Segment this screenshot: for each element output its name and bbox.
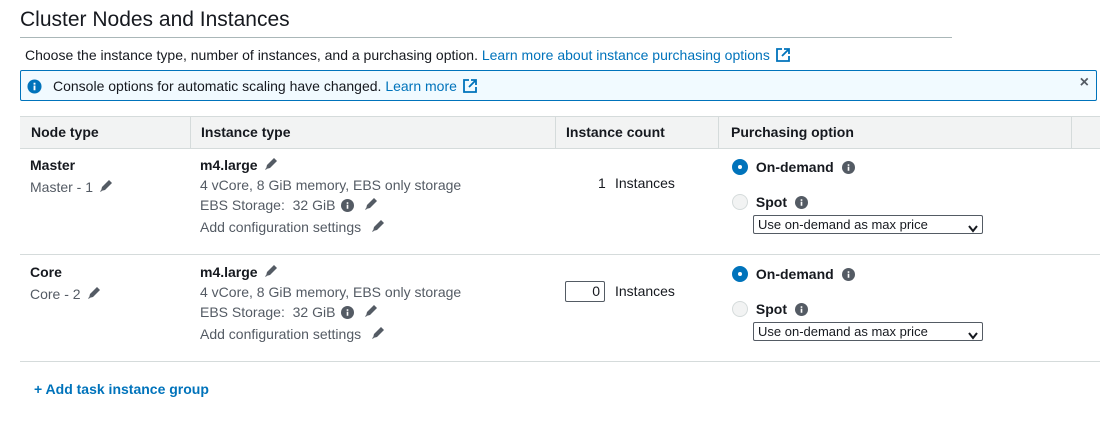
purchase-option-on-demand[interactable]: On-demand [732, 159, 855, 177]
instance-type-name: m4.large [200, 157, 258, 173]
on-demand-radio[interactable] [732, 159, 748, 175]
pencil-icon[interactable] [87, 286, 101, 303]
info-icon[interactable] [841, 161, 855, 177]
instance-count-unit: Instances [615, 283, 675, 299]
instance-type-line: m4.large [200, 264, 278, 281]
node-count-line: Master - 1 [30, 179, 113, 196]
add-task-instance-group-link[interactable]: + Add task instance group [34, 381, 209, 397]
instance-type-name: m4.large [200, 264, 258, 280]
config-settings-label: Add configuration settings [200, 219, 362, 235]
page-title: Cluster Nodes and Instances [20, 8, 952, 38]
flash-message: Console options for automatic scaling ha… [53, 78, 382, 94]
node-type-name: Core [30, 264, 62, 280]
on-demand-radio[interactable] [732, 266, 748, 282]
spot-price-value: Use on-demand as max price [758, 217, 928, 232]
config-settings-label: Add configuration settings [200, 326, 362, 342]
instance-specs: 4 vCore, 8 GiB memory, EBS only storage [200, 177, 462, 193]
flash-learn-more-link[interactable]: Learn more [385, 78, 457, 94]
pencil-icon[interactable] [371, 219, 385, 236]
info-icon[interactable] [341, 199, 355, 215]
header-node-type: Node type [31, 124, 99, 140]
on-demand-label: On-demand [755, 266, 834, 282]
info-icon[interactable] [841, 268, 855, 284]
table-row: Core Core - 2 m4.large 4 vCore, 8 GiB me… [20, 255, 1100, 362]
ebs-storage-value: 32 GiB [292, 197, 336, 213]
spot-radio[interactable] [732, 194, 748, 210]
ebs-storage-line: EBS Storage: 32 GiB [200, 304, 378, 322]
intro-text: Choose the instance type, number of inst… [25, 47, 478, 63]
instance-type-line: m4.large [200, 157, 278, 174]
spot-label: Spot [755, 194, 787, 210]
header-spacer [1071, 117, 1100, 148]
ebs-storage-line: EBS Storage: 32 GiB [200, 197, 378, 215]
config-settings-line: Add configuration settings [200, 219, 385, 236]
external-link-icon[interactable] [775, 48, 790, 65]
node-count-label: Master - 1 [30, 179, 94, 195]
on-demand-label: On-demand [755, 159, 834, 175]
header-instance-type: Instance type [190, 117, 555, 148]
ebs-storage-value: 32 GiB [292, 304, 336, 320]
info-icon[interactable] [795, 303, 808, 319]
purchase-option-spot[interactable]: Spot [732, 194, 808, 212]
table-row: Master Master - 1 m4.large 4 vCore, 8 Gi… [20, 148, 1100, 255]
instance-count-unit: Instances [615, 175, 675, 191]
info-icon [27, 79, 42, 97]
node-count-line: Core - 2 [30, 286, 101, 303]
pencil-icon[interactable] [364, 197, 378, 214]
spot-label: Spot [755, 301, 787, 317]
header-instance-count: Instance count [555, 117, 718, 148]
node-type-name: Master [30, 157, 76, 173]
spot-price-select[interactable]: Use on-demand as max price [753, 215, 983, 234]
chevron-down-icon [968, 220, 978, 237]
info-icon[interactable] [795, 196, 808, 212]
chevron-down-icon [968, 327, 978, 344]
purchase-option-on-demand[interactable]: On-demand [732, 266, 855, 284]
instance-count-input[interactable]: 0 [565, 281, 605, 302]
info-flash-banner: Console options for automatic scaling ha… [20, 70, 1097, 101]
pencil-icon[interactable] [364, 304, 378, 321]
purchasing-options-link[interactable]: Learn more about instance purchasing opt… [482, 47, 770, 63]
table-header: Node type Instance type Instance count P… [20, 116, 1100, 149]
header-purchasing-option: Purchasing option [718, 117, 1071, 148]
spot-price-value: Use on-demand as max price [758, 324, 928, 339]
pencil-icon[interactable] [371, 326, 385, 343]
close-icon[interactable]: × [1080, 74, 1089, 92]
pencil-icon[interactable] [264, 157, 278, 174]
info-icon[interactable] [341, 306, 355, 322]
pencil-icon[interactable] [99, 179, 113, 196]
node-count-label: Core - 2 [30, 286, 81, 302]
config-settings-line: Add configuration settings [200, 326, 385, 343]
ebs-storage-label: EBS Storage: [200, 304, 285, 320]
intro-text-line: Choose the instance type, number of inst… [25, 47, 790, 65]
external-link-icon[interactable] [463, 79, 477, 96]
flash-message-line: Console options for automatic scaling ha… [53, 78, 477, 96]
ebs-storage-label: EBS Storage: [200, 197, 285, 213]
purchase-option-spot[interactable]: Spot [732, 301, 808, 319]
spot-radio[interactable] [732, 301, 748, 317]
instance-count-value: 1 [598, 175, 606, 191]
pencil-icon[interactable] [264, 264, 278, 281]
spot-price-select[interactable]: Use on-demand as max price [753, 322, 983, 341]
instance-specs: 4 vCore, 8 GiB memory, EBS only storage [200, 284, 462, 300]
